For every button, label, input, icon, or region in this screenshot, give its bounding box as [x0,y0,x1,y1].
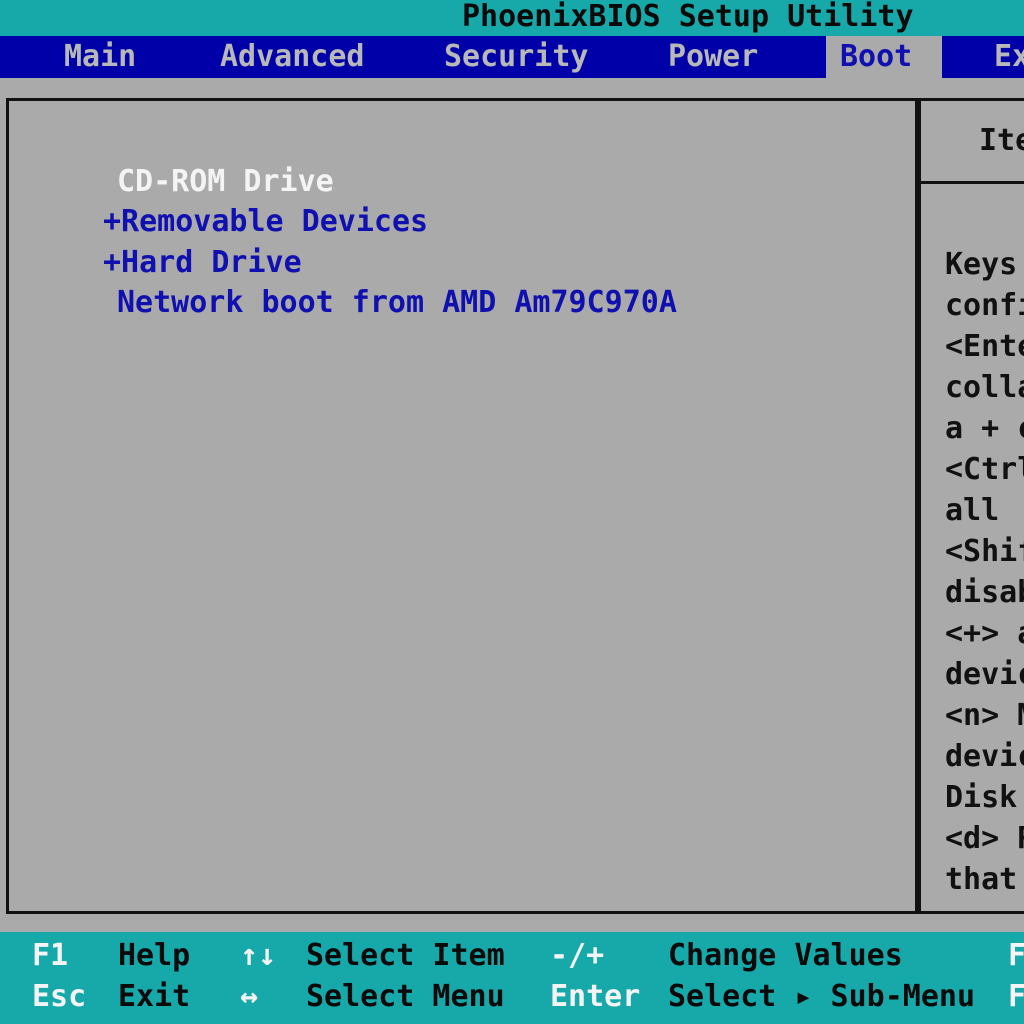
help-line: <n> M [945,698,1024,733]
help-line: Keys [945,247,1018,282]
tab-security[interactable]: Security [444,36,589,78]
key-f1: F1 [32,938,69,973]
key-minus-plus-desc: Change Values [668,938,903,973]
tab-main[interactable]: Main [64,36,136,78]
tab-advanced[interactable]: Advanced [220,36,365,78]
help-line: a + c [945,411,1024,446]
boot-item-removable[interactable]: +Removable Devices [103,204,428,239]
key-f-extra: F [1008,938,1024,973]
key-up-down: ↑↓ [240,938,277,973]
boot-item-harddrive[interactable]: +Hard Drive [103,245,302,280]
tab-exit[interactable]: Ex [994,36,1024,78]
item-help-panel: Ite Keys confi <Ente colla a + c <Ctrl a… [918,98,1024,914]
help-line: <Ente [945,329,1024,364]
help-line: devic [945,739,1024,774]
tab-boot[interactable]: Boot [826,36,942,78]
key-legend-footer: F1 Help ↑↓ Select Item -/+ Change Values… [0,932,1024,1024]
help-line: all [945,493,1000,528]
boot-order-panel: CD-ROM Drive +Removable Devices +Hard Dr… [6,98,918,914]
key-esc-desc: Exit [118,979,191,1014]
help-line: confi [945,288,1024,323]
boot-item-network[interactable]: Network boot from AMD Am79C970A [117,285,677,320]
key-left-right-desc: Select Menu [306,979,505,1014]
boot-item-cdrom[interactable]: CD-ROM Drive [117,164,334,199]
title-bar: PhoenixBIOS Setup Utility [0,0,1024,36]
menu-bar: Main Advanced Security Power Boot Ex [0,36,1024,78]
help-line: <d> R [945,821,1024,856]
help-line: disab [945,575,1024,610]
help-line: devic [945,657,1024,692]
key-enter: Enter [550,979,641,1014]
help-line: Disk [945,780,1018,815]
key-f1-desc: Help [118,938,191,973]
help-divider [921,181,1024,184]
help-line: <Shif [945,534,1024,569]
help-line: colla [945,370,1024,405]
tab-power[interactable]: Power [668,36,758,78]
help-line: <Ctrl [945,452,1024,487]
key-minus-plus: -/+ [550,938,605,973]
key-enter-desc: Select ▸ Sub-Menu [668,979,976,1014]
key-esc: Esc [32,979,87,1014]
help-line: that [945,862,1018,897]
help-title: Ite [979,123,1024,158]
key-left-right: ↔ [240,979,259,1014]
app-title: PhoenixBIOS Setup Utility [462,0,914,34]
help-line: <+> a [945,616,1024,651]
key-up-down-desc: Select Item [306,938,505,973]
key-f-extra-2: F [1008,979,1024,1014]
